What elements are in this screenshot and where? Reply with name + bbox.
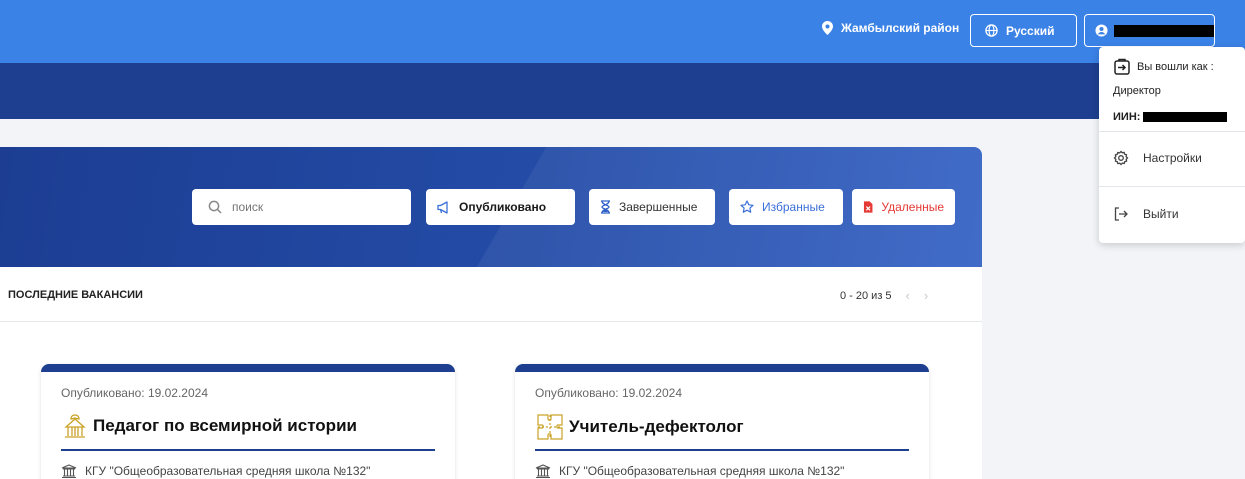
logged-in-as: Вы вошли как : bbox=[1113, 58, 1214, 76]
user-menu-button[interactable] bbox=[1084, 14, 1215, 47]
gear-icon bbox=[1113, 150, 1129, 166]
document-x-icon bbox=[863, 201, 873, 213]
institution-icon bbox=[535, 464, 551, 478]
language-button[interactable]: Русский bbox=[970, 14, 1077, 47]
filter-deleted-label: Удаленные bbox=[881, 200, 944, 214]
card-divider bbox=[535, 449, 909, 451]
user-role: Директор bbox=[1113, 85, 1161, 97]
next-page-button[interactable]: › bbox=[924, 288, 928, 303]
history-building-icon bbox=[64, 414, 86, 438]
star-icon bbox=[740, 200, 754, 213]
login-icon bbox=[1114, 58, 1130, 75]
card-published-date: Опубликовано: 19.02.2024 bbox=[61, 386, 209, 400]
redacted-iin bbox=[1143, 112, 1228, 122]
user-dropdown-menu: Вы вошли как : Директор ИИН: Настройки В… bbox=[1099, 47, 1245, 243]
hourglass-icon bbox=[601, 200, 610, 214]
menu-divider bbox=[1099, 186, 1245, 187]
map-pin-icon bbox=[822, 21, 833, 35]
logout-icon bbox=[1114, 207, 1128, 221]
language-label: Русский bbox=[1006, 23, 1055, 38]
search-input[interactable] bbox=[232, 200, 382, 214]
card-org-label: КГУ "Общеобразовательная средняя школа №… bbox=[85, 464, 371, 478]
institution-icon bbox=[61, 464, 77, 478]
navigation-band bbox=[0, 63, 1245, 119]
card-title[interactable]: Педагог по всемирной истории bbox=[93, 416, 357, 436]
menu-divider bbox=[1099, 131, 1245, 132]
search-icon bbox=[208, 200, 222, 214]
filter-deleted-button[interactable]: Удаленные bbox=[852, 189, 955, 225]
filter-favorites-button[interactable]: Избранные bbox=[729, 189, 843, 225]
card-divider bbox=[61, 449, 435, 451]
pagination: 0 - 20 из 5 ‹ › bbox=[840, 288, 928, 303]
megaphone-icon bbox=[437, 200, 448, 214]
logout-label: Выйти bbox=[1143, 207, 1179, 221]
filter-favorites-label: Избранные bbox=[762, 200, 825, 214]
iin-label: ИИН: bbox=[1113, 111, 1141, 123]
card-title[interactable]: Учитель-дефектолог bbox=[569, 417, 744, 437]
panel-header: ПОСЛЕДНИЕ ВАКАНСИИ 0 - 20 из 5 ‹ › bbox=[0, 267, 982, 322]
filter-published-button[interactable]: Опубликовано bbox=[426, 189, 575, 225]
logout-menu-item[interactable]: Выйти bbox=[1113, 206, 1179, 222]
filter-published-label: Опубликовано bbox=[459, 200, 547, 214]
globe-icon bbox=[985, 24, 998, 37]
filter-completed-button[interactable]: Завершенные bbox=[589, 189, 715, 225]
user-circle-icon bbox=[1095, 24, 1108, 37]
redacted-username bbox=[1114, 24, 1214, 37]
card-organization: КГУ "Общеобразовательная средняя школа №… bbox=[61, 464, 370, 478]
top-bar: Жамбылский район Русский bbox=[0, 0, 1245, 63]
card-published-date: Опубликовано: 19.02.2024 bbox=[535, 386, 683, 400]
user-iin: ИИН: bbox=[1113, 111, 1228, 123]
settings-label: Настройки bbox=[1143, 151, 1202, 165]
vacancy-card[interactable]: Опубликовано: 19.02.2024 Педагог по всем… bbox=[41, 364, 455, 479]
vacancy-card[interactable]: Опубликовано: 19.02.2024 Учитель-дефекто… bbox=[515, 364, 929, 479]
location-selector[interactable]: Жамбылский район bbox=[822, 21, 959, 35]
pagination-range: 0 - 20 из 5 bbox=[840, 289, 892, 302]
prev-page-button[interactable]: ‹ bbox=[906, 288, 910, 303]
puzzle-icon bbox=[537, 414, 563, 440]
location-label: Жамбылский район bbox=[841, 21, 960, 35]
settings-menu-item[interactable]: Настройки bbox=[1113, 150, 1202, 166]
panel-title: ПОСЛЕДНИЕ ВАКАНСИИ bbox=[8, 289, 143, 301]
card-org-label: КГУ "Общеобразовательная средняя школа №… bbox=[559, 464, 845, 478]
logged-in-as-label: Вы вошли как : bbox=[1137, 61, 1214, 73]
filter-completed-label: Завершенные bbox=[619, 200, 698, 214]
card-organization: КГУ "Общеобразовательная средняя школа №… bbox=[535, 464, 844, 478]
search-box[interactable] bbox=[192, 189, 411, 225]
